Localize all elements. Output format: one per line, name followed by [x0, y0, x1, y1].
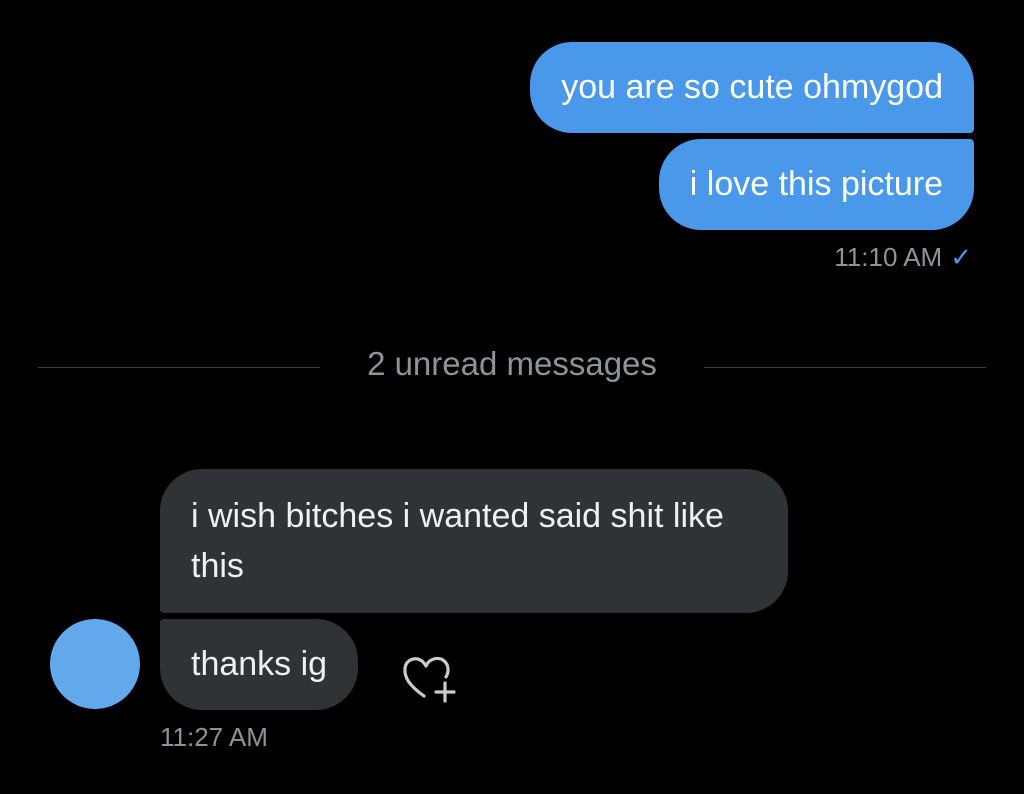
- unread-messages-divider: 2 unread messages: [367, 345, 657, 382]
- received-message[interactable]: i wish bitches i wanted said shit like t…: [160, 469, 788, 613]
- timestamp-text: 11:10 AM: [834, 241, 943, 272]
- message-text: thanks ig: [191, 645, 328, 683]
- divider-line: [38, 367, 320, 368]
- add-reaction-heart-icon: [403, 656, 456, 703]
- received-message[interactable]: thanks ig: [160, 619, 359, 710]
- message-text: i love this picture: [689, 165, 943, 203]
- checkmark-icon: ✓: [950, 241, 972, 272]
- add-reaction-button[interactable]: [401, 653, 459, 705]
- sent-message-timestamp: 11:10 AM ✓: [834, 240, 972, 274]
- divider-line: [704, 367, 986, 368]
- message-text: you are so cute ohmygod: [561, 68, 943, 106]
- message-text: i wish bitches i wanted said shit like t…: [191, 497, 724, 585]
- avatar[interactable]: [50, 619, 140, 709]
- sent-message[interactable]: you are so cute ohmygod: [530, 42, 974, 133]
- sent-message[interactable]: i love this picture: [658, 139, 974, 230]
- received-message-timestamp: 11:27 AM: [160, 722, 268, 752]
